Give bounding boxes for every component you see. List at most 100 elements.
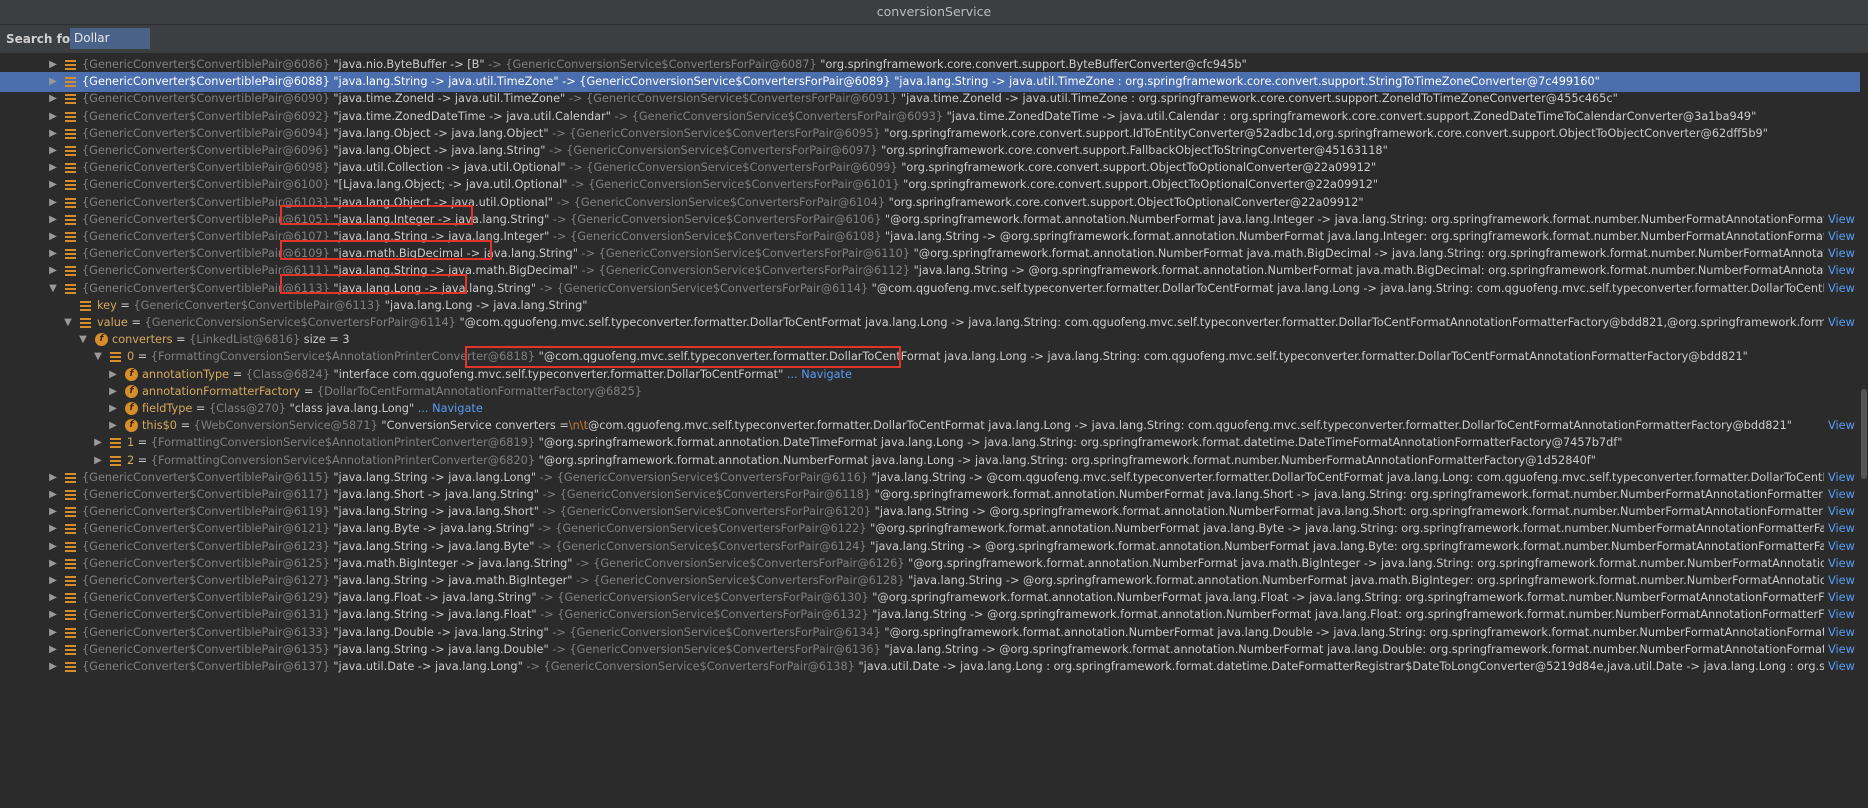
value-text: "java.lang.String -> java.util.TimeZone …	[894, 75, 1600, 88]
object-type: {GenericConverter$ConvertiblePair@6100}	[82, 178, 330, 191]
object-type: {FormattingConversionService$AnnotationP…	[150, 436, 536, 449]
variables-tree: ▶ {GenericConverter$ConvertiblePair@6086}…	[0, 57, 1868, 808]
map-entry-icon	[65, 163, 76, 174]
map-arrow: ->	[540, 608, 554, 621]
map-arrow: ->	[539, 471, 554, 484]
vertical-scrollbar[interactable]	[1860, 57, 1868, 808]
navigate-link[interactable]: ... Navigate	[418, 402, 483, 415]
map-arrow: ->	[552, 643, 566, 656]
window-title: conversionService	[0, 0, 1868, 25]
map-arrow: ->	[562, 75, 576, 88]
object-type: {GenericConverter$ConvertiblePair@6086}	[82, 58, 330, 71]
field-icon: f	[125, 385, 138, 398]
value-type: {GenericConversionService$ConvertersForP…	[555, 522, 867, 535]
map-entry-icon	[65, 507, 76, 518]
object-value: "@org.springframework.format.annotation.…	[538, 454, 1596, 467]
map-arrow: ->	[488, 58, 502, 71]
value-text: "java.lang.String -> @org.springframewor…	[870, 540, 1824, 553]
value-type: {GenericConversionService$ConvertersForP…	[566, 144, 878, 157]
equals-sign: =	[137, 436, 148, 449]
equals-sign: =	[131, 316, 141, 329]
object-type: {GenericConverter$ConvertiblePair@6129}	[82, 591, 330, 604]
field-name: 0	[127, 350, 135, 363]
field-name: key	[97, 299, 117, 312]
collapse-arrow-icon[interactable]: ▼	[93, 347, 103, 367]
object-value: "java.lang.String -> java.lang.Byte"	[333, 540, 535, 553]
value-type: {GenericConversionService$ConvertersForP…	[631, 110, 944, 123]
map-arrow: ->	[552, 127, 566, 140]
tree-row[interactable]: ▶ {GenericConverter$ConvertiblePair@6137}…	[0, 657, 1868, 677]
map-entry-icon	[110, 352, 121, 363]
object-type: {GenericConverter$ConvertiblePair@6113}	[82, 282, 330, 295]
object-value: "java.lang.String -> java.lang.Long"	[333, 471, 537, 484]
tree-row[interactable]: ▶ 1 = {FormattingConversionService$Annota…	[0, 433, 1868, 453]
tree-row[interactable]: ▶ {GenericConverter$ConvertiblePair@6100}…	[0, 175, 1868, 195]
object-value-cont: @com.qguofeng.mvc.self.typeconverter.for…	[588, 419, 1793, 432]
value-type: {GenericConversionService$ConvertersForP…	[579, 75, 891, 88]
expand-arrow-icon[interactable]: ▶	[48, 519, 58, 539]
object-type: {GenericConverter$ConvertiblePair@6109}	[82, 247, 330, 260]
object-value: "java.lang.String -> java.math.BigDecima…	[333, 264, 578, 277]
field-name: converters	[112, 333, 173, 346]
expand-arrow-icon[interactable]: ▶	[48, 605, 58, 625]
object-type: {GenericConverter$ConvertiblePair@6088}	[82, 75, 330, 88]
object-type: {GenericConverter$ConvertiblePair@6127}	[82, 574, 330, 587]
field-icon: f	[125, 402, 138, 415]
expand-arrow-icon[interactable]: ▶	[48, 261, 58, 281]
navigate-link[interactable]: ... Navigate	[787, 368, 852, 381]
object-value: size = 3	[303, 333, 350, 346]
map-arrow: ->	[538, 540, 552, 553]
object-value: "java.lang.Object -> java.lang.Object"	[333, 127, 549, 140]
object-value: "java.lang.Double -> java.lang.String"	[333, 626, 549, 639]
object-type: {GenericConverter$ConvertiblePair@6107}	[82, 230, 330, 243]
tree-row[interactable]: ▶ {GenericConverter$ConvertiblePair@6121}…	[0, 519, 1868, 539]
escape-sequence: \n\t	[568, 419, 588, 432]
tree-row[interactable]: ▶ {GenericConverter$ConvertiblePair@6131}…	[0, 605, 1868, 625]
object-value: "java.lang.Long -> java.lang.String"	[384, 299, 588, 312]
object-type: {GenericConverter$ConvertiblePair@6137}	[82, 660, 330, 673]
field-name: this$0	[142, 419, 177, 432]
expand-arrow-icon[interactable]: ▶	[48, 657, 58, 677]
scrollbar-thumb[interactable]	[1861, 389, 1867, 479]
expand-arrow-icon[interactable]: ▶	[48, 175, 58, 195]
object-type: {GenericConverter$ConvertiblePair@6125}	[82, 557, 330, 570]
object-value: "@org.springframework.format.annotation.…	[538, 436, 1623, 449]
value-text: "org.springframework.core.convert.suppor…	[888, 196, 1364, 209]
map-arrow: ->	[552, 626, 566, 639]
map-arrow: ->	[549, 144, 563, 157]
value-text: "java.lang.String -> @org.springframewor…	[908, 574, 1824, 587]
object-value: "interface com.qguofeng.mvc.self.typecon…	[333, 368, 784, 381]
object-value: "java.lang.Long -> java.lang.String"	[333, 282, 537, 295]
map-entry-icon	[65, 112, 76, 123]
expand-arrow-icon[interactable]: ▶	[48, 89, 58, 109]
object-value: "java.lang.Short -> java.lang.String"	[333, 488, 539, 501]
map-entry-icon	[65, 146, 76, 157]
map-arrow: ->	[542, 505, 557, 518]
object-type: {FormattingConversionService$AnnotationP…	[150, 454, 536, 467]
tree-row[interactable]: ▼ 0 = {FormattingConversionService$Annota…	[0, 347, 1868, 367]
object-value: "java.lang.Byte -> java.lang.String"	[333, 522, 535, 535]
map-arrow: ->	[542, 488, 557, 501]
value-text: "@org.springframework.format.annotation.…	[913, 247, 1824, 260]
map-arrow: ->	[539, 282, 554, 295]
tree-row[interactable]: ▶ {GenericConverter$ConvertiblePair@6090}…	[0, 89, 1868, 109]
object-type: {GenericConverter$ConvertiblePair@6094}	[82, 127, 330, 140]
map-entry-icon	[65, 77, 76, 88]
map-arrow: ->	[571, 178, 585, 191]
map-arrow: ->	[568, 92, 583, 105]
map-arrow: ->	[614, 110, 629, 123]
expand-arrow-icon[interactable]: ▶	[93, 433, 103, 453]
tree-row[interactable]: ▶ {GenericConverter$ConvertiblePair@6111}…	[0, 261, 1868, 281]
value-text: "java.lang.String -> @org.springframewor…	[884, 643, 1824, 656]
field-name: annotationFormatterFactory	[142, 385, 301, 398]
field-icon: f	[95, 333, 108, 346]
object-type: {GenericConverter$ConvertiblePair@6103}	[82, 196, 330, 209]
search-input[interactable]: Dollar	[70, 28, 150, 49]
value-type: {GenericConversionService$ConvertersForP…	[569, 127, 881, 140]
map-entry-icon	[65, 232, 76, 243]
map-entry-icon	[65, 60, 76, 71]
value-text: "org.springframework.core.convert.suppor…	[903, 178, 1379, 191]
map-arrow: ->	[581, 247, 596, 260]
object-type: {FormattingConversionService$AnnotationP…	[150, 350, 536, 363]
value-text: "@com.qguofeng.mvc.self.typeconverter.fo…	[871, 282, 1824, 295]
